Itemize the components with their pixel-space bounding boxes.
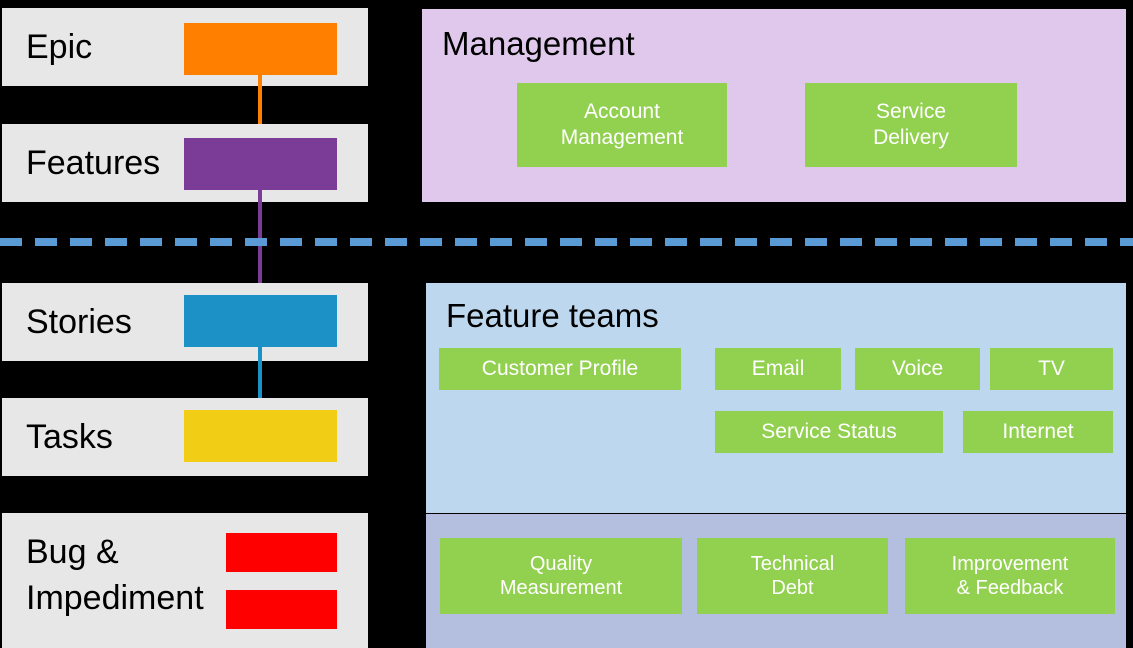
management-panel-title: Management [442, 25, 635, 62]
backlog-label-tasks: Tasks [26, 418, 113, 456]
support-team-quality-measurement[interactable]: Quality Measurement [440, 538, 682, 614]
backlog-card-tasks[interactable]: Tasks [2, 398, 368, 476]
team-label-line1: Quality [529, 552, 593, 575]
team-label-line2: Measurement [499, 577, 623, 599]
team-label-line2: Debt [771, 577, 814, 599]
backlog-label-features: Features [26, 144, 161, 182]
feature-team-internet[interactable]: Internet [963, 411, 1113, 453]
feature-team-voice[interactable]: Voice [855, 348, 980, 390]
support-team-technical-debt[interactable]: Technical Debt [697, 538, 888, 614]
team-boundary-divider [0, 238, 1133, 246]
team-label-line1: Account [584, 100, 660, 124]
bug-impediment-swatch-secondary [226, 590, 337, 629]
team-label: Voice [891, 357, 944, 381]
feature-team-tv[interactable]: TV [990, 348, 1113, 390]
team-label-line1: Service [875, 100, 946, 124]
team-label: Internet [1002, 420, 1074, 444]
tasks-swatch [184, 410, 337, 462]
backlog-label-epic: Epic [26, 28, 93, 66]
feature-team-customer-profile[interactable]: Customer Profile [439, 348, 681, 390]
backlog-card-features[interactable]: Features [2, 124, 368, 202]
backlog-label-impediment: Impediment [26, 579, 204, 617]
management-panel: Management Account Management Service De… [422, 9, 1126, 202]
team-label: TV [1038, 357, 1065, 381]
backlog-card-stories[interactable]: Stories [2, 283, 368, 361]
feature-teams-panel: Feature teams Customer Profile Email Voi… [426, 283, 1126, 513]
features-swatch [184, 138, 337, 190]
backlog-card-epic[interactable]: Epic [2, 8, 368, 86]
team-label: Customer Profile [481, 357, 639, 381]
team-label-line2: & Feedback [956, 577, 1064, 599]
feature-team-service-status[interactable]: Service Status [715, 411, 943, 453]
bug-impediment-swatch [226, 533, 337, 572]
backlog-label-bug: Bug & [26, 533, 119, 571]
backlog-card-bug-impediment[interactable]: Bug & Impediment [2, 513, 368, 648]
team-label: Email [751, 357, 805, 381]
epic-swatch [184, 23, 337, 75]
support-team-improvement-feedback[interactable]: Improvement & Feedback [905, 538, 1115, 614]
feature-team-email[interactable]: Email [715, 348, 841, 390]
feature-teams-panel-title: Feature teams [446, 297, 659, 334]
diagram-canvas: Epic Features Stories Tasks Bug & Impedi… [0, 0, 1133, 648]
management-team-account-management[interactable]: Account Management [517, 83, 727, 167]
team-label-line2: Management [560, 126, 684, 149]
team-label-line1: Technical [750, 552, 835, 575]
team-label: Service Status [761, 420, 897, 444]
team-label-line1: Improvement [951, 552, 1069, 575]
team-label-line2: Delivery [873, 126, 949, 149]
stories-swatch [184, 295, 337, 347]
backlog-label-stories: Stories [26, 303, 132, 341]
management-team-service-delivery[interactable]: Service Delivery [805, 83, 1017, 167]
support-teams-panel: Quality Measurement Technical Debt Impro… [426, 514, 1126, 648]
